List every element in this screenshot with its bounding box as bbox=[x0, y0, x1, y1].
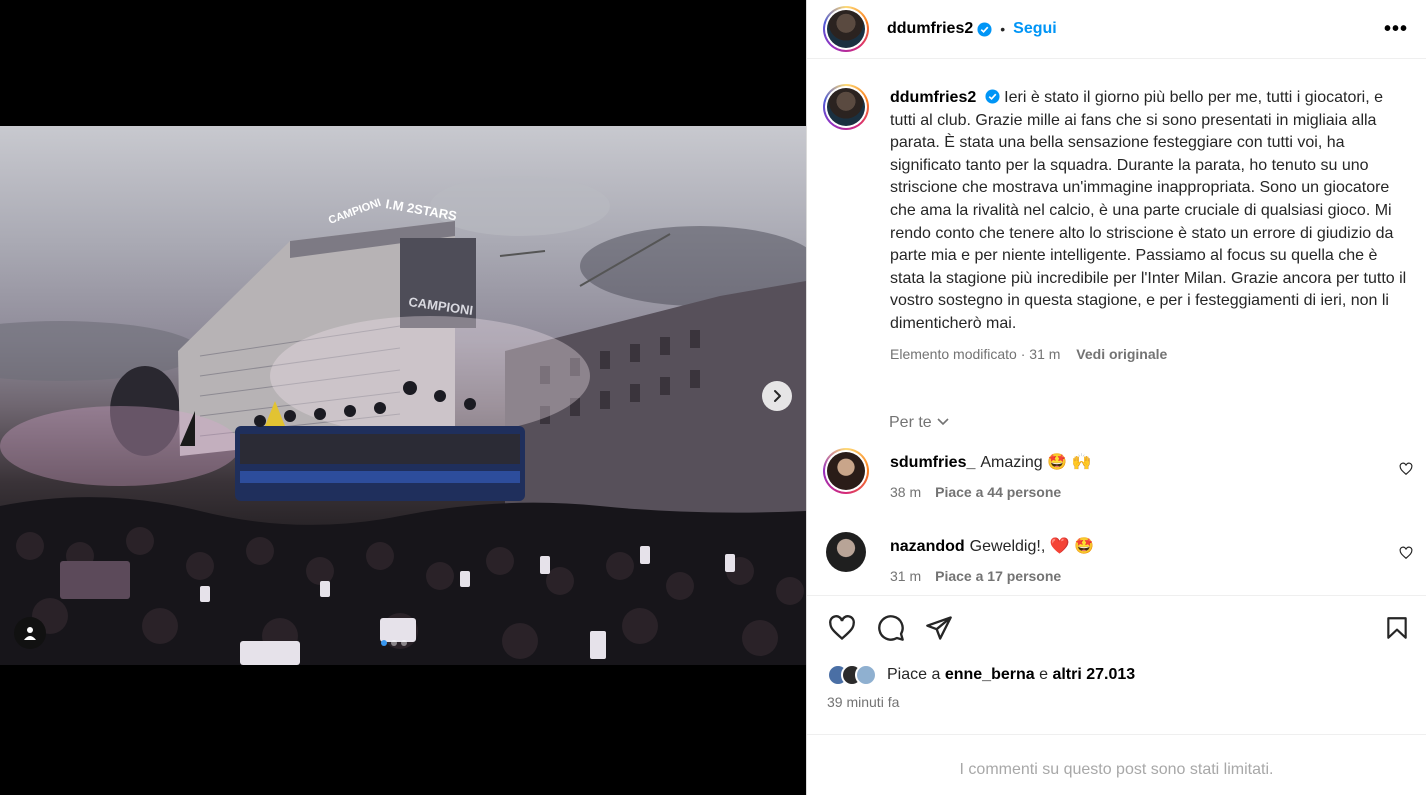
caption: ddumfries2 Ieri è stato il giorno più be… bbox=[823, 84, 1413, 362]
likes-conjunction: e bbox=[1039, 666, 1048, 683]
likes-summary: Piace a enne_berna e altri 27.013 bbox=[827, 664, 1135, 686]
like-comment-button[interactable] bbox=[1399, 462, 1413, 481]
carousel-dot bbox=[391, 640, 397, 646]
liker-avatar bbox=[855, 664, 877, 686]
comment: nazandod Geweldig!, ❤️ 🤩 31 m Piace a 17 p… bbox=[823, 532, 1413, 584]
post-modal: I.M 2STARS CAMPIONI CAMPIONI ddumfries2 … bbox=[0, 0, 1426, 795]
share-button[interactable] bbox=[925, 614, 953, 647]
verified-badge-icon bbox=[985, 89, 1000, 104]
author-avatar[interactable] bbox=[823, 6, 869, 52]
verified-badge-icon bbox=[977, 21, 992, 37]
carousel-dot bbox=[381, 640, 387, 646]
more-options-button[interactable]: ••• bbox=[1384, 18, 1408, 41]
caption-username[interactable]: ddumfries2 bbox=[890, 89, 976, 106]
comments-scroll-area[interactable]: ddumfries2 Ieri è stato il giorno più be… bbox=[807, 66, 1426, 594]
chevron-right-icon bbox=[774, 390, 781, 402]
like-comment-button[interactable] bbox=[1399, 546, 1413, 565]
post-sidebar: ddumfries2 • Segui ••• ddumfries2 Ieri è… bbox=[806, 0, 1426, 795]
building-sign-2: CAMPIONI bbox=[327, 197, 383, 227]
edited-label: Elemento modificato · 31 m bbox=[890, 345, 1061, 362]
comment-button[interactable] bbox=[877, 614, 905, 647]
heart-icon bbox=[1399, 546, 1413, 560]
comment-text: Amazing 🤩 🙌 bbox=[980, 454, 1092, 471]
author-username[interactable]: ddumfries2 bbox=[887, 20, 973, 38]
comment-text: Geweldig!, ❤️ 🤩 bbox=[969, 538, 1094, 555]
media-pane: I.M 2STARS CAMPIONI CAMPIONI bbox=[0, 0, 806, 795]
for-you-filter[interactable]: Per te bbox=[889, 414, 950, 432]
post-photo: I.M 2STARS CAMPIONI CAMPIONI bbox=[0, 126, 806, 665]
like-button[interactable] bbox=[827, 614, 857, 647]
comment-likes[interactable]: Piace a 44 persone bbox=[935, 484, 1061, 500]
comment-time[interactable]: 38 m bbox=[890, 484, 921, 500]
caption-body: Ieri è stato il giorno più bello per me,… bbox=[890, 89, 1407, 332]
action-bar: Piace a enne_berna e altri 27.013 39 min… bbox=[807, 595, 1426, 795]
post-timestamp[interactable]: 39 minuti fa bbox=[827, 694, 899, 710]
liker-username[interactable]: enne_berna bbox=[945, 666, 1035, 683]
save-button[interactable] bbox=[1384, 614, 1410, 647]
heart-icon bbox=[1399, 462, 1413, 476]
comment: sdumfries_ Amazing 🤩 🙌 38 m Piace a 44 per… bbox=[823, 448, 1413, 500]
caption-meta: Elemento modificato · 31 m Vedi original… bbox=[890, 346, 1413, 362]
caption-text: ddumfries2 Ieri è stato il giorno più be… bbox=[890, 84, 1413, 336]
separator-dot: • bbox=[1000, 21, 1006, 37]
carousel-indicator bbox=[381, 640, 407, 646]
parade-photo-illustration: I.M 2STARS CAMPIONI CAMPIONI bbox=[0, 176, 806, 665]
comment-likes[interactable]: Piace a 17 persone bbox=[935, 568, 1061, 584]
share-icon bbox=[926, 616, 952, 640]
for-you-label: Per te bbox=[889, 414, 932, 431]
commenter-username[interactable]: sdumfries_ bbox=[890, 454, 975, 471]
likes-prefix: Piace a bbox=[887, 666, 941, 683]
tagged-users-button[interactable] bbox=[14, 617, 46, 649]
user-icon bbox=[24, 627, 36, 640]
view-original-link[interactable]: Vedi originale bbox=[1076, 346, 1167, 362]
comment-time[interactable]: 31 m bbox=[890, 568, 921, 584]
likes-others[interactable]: altri 27.013 bbox=[1052, 666, 1135, 683]
commenter-avatar[interactable] bbox=[823, 448, 869, 494]
comments-limited-notice: I commenti su questo post sono stati lim… bbox=[807, 734, 1426, 795]
heart-icon bbox=[829, 615, 855, 641]
commenter-username[interactable]: nazandod bbox=[890, 538, 965, 555]
comment-icon bbox=[878, 615, 904, 641]
caption-author-avatar[interactable] bbox=[823, 84, 869, 130]
carousel-dot bbox=[401, 640, 407, 646]
bookmark-icon bbox=[1387, 617, 1407, 639]
follow-button[interactable]: Segui bbox=[1013, 20, 1057, 38]
next-media-button[interactable] bbox=[762, 381, 792, 411]
chevron-down-icon bbox=[937, 418, 949, 426]
commenter-avatar[interactable] bbox=[826, 532, 866, 572]
post-header: ddumfries2 • Segui ••• bbox=[807, 0, 1426, 59]
